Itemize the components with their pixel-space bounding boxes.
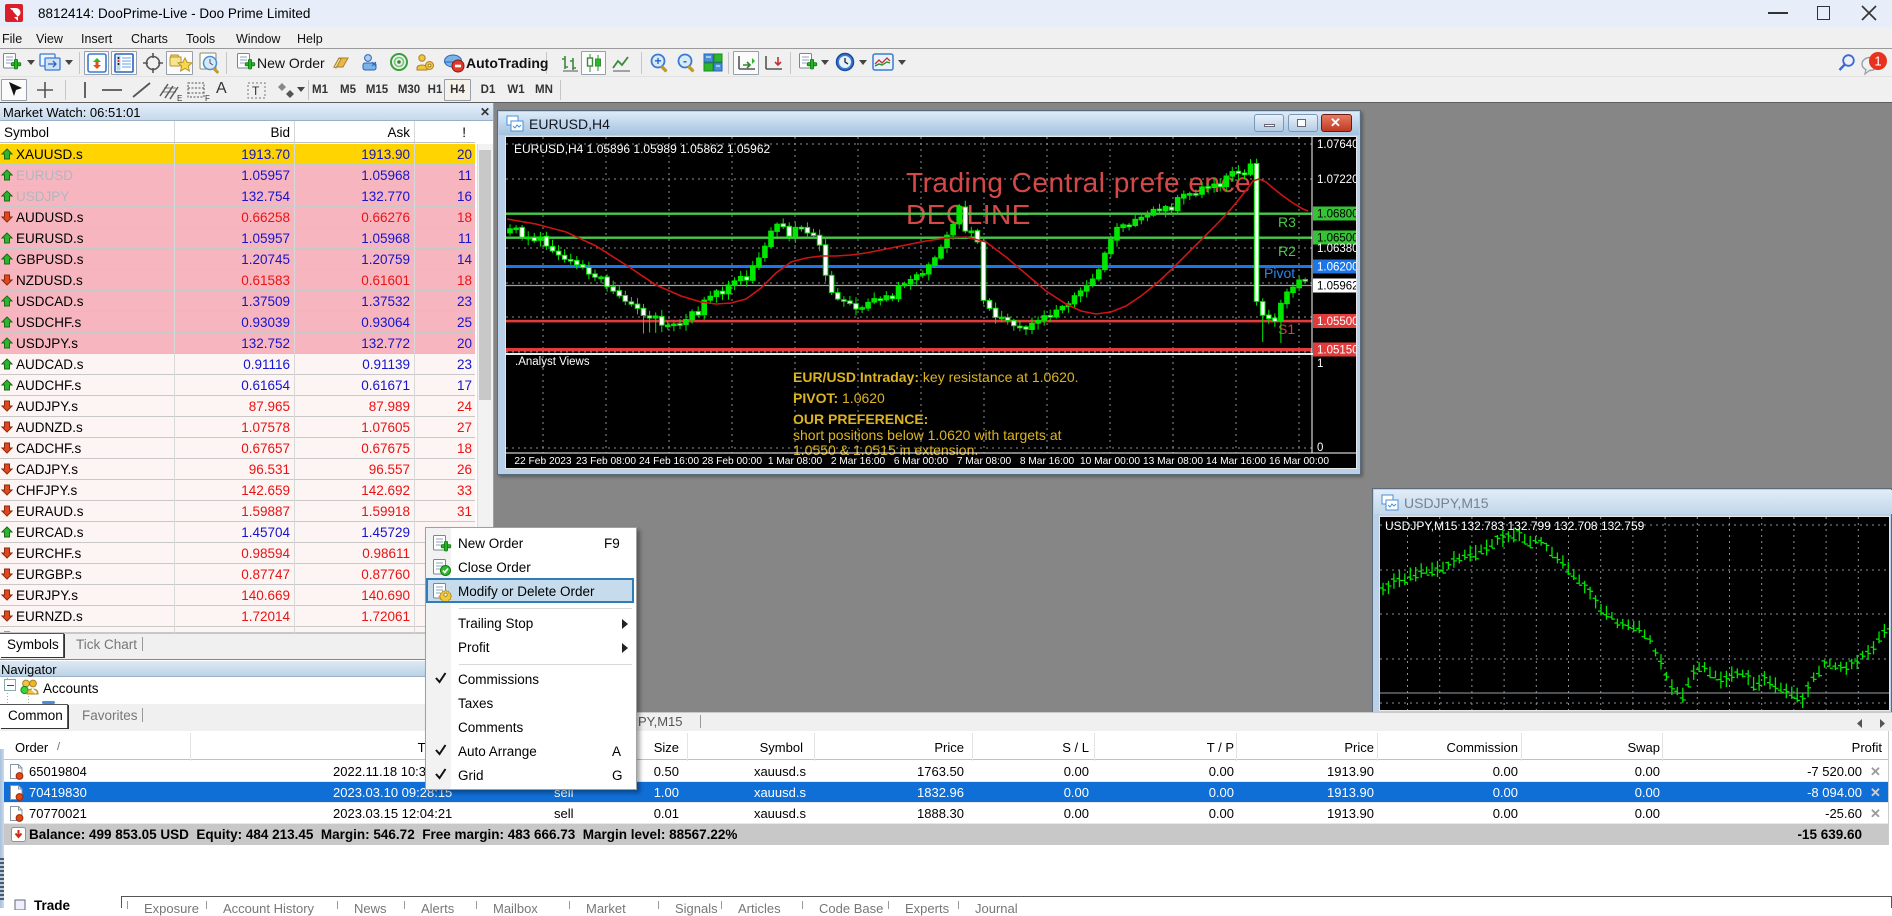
svg-text:7 Mar 08:00: 7 Mar 08:00 bbox=[957, 456, 1012, 467]
svg-text:22 Feb 2023: 22 Feb 2023 bbox=[514, 456, 572, 467]
svg-text:8 Mar 16:00: 8 Mar 16:00 bbox=[1020, 456, 1075, 467]
svg-text:1.05500: 1.05500 bbox=[1317, 316, 1356, 328]
svg-text:OUR PREFERENCE:: OUR PREFERENCE: bbox=[793, 411, 928, 427]
svg-text:1.06380: 1.06380 bbox=[1317, 243, 1356, 255]
svg-text:6 Mar 00:00: 6 Mar 00:00 bbox=[894, 456, 949, 467]
svg-text:+: + bbox=[654, 54, 661, 68]
svg-text:1.07640: 1.07640 bbox=[1317, 139, 1356, 151]
svg-text:28 Feb 00:00: 28 Feb 00:00 bbox=[702, 456, 762, 467]
svg-text:16 Mar 00:00: 16 Mar 00:00 bbox=[1269, 456, 1329, 467]
svg-text:-: - bbox=[683, 54, 687, 68]
svg-text:T: T bbox=[252, 84, 260, 98]
svg-text:R3: R3 bbox=[1278, 214, 1296, 230]
svg-text:1.05150: 1.05150 bbox=[1317, 345, 1356, 357]
svg-text:1: 1 bbox=[1317, 358, 1323, 370]
svg-text:13 Mar 08:00: 13 Mar 08:00 bbox=[1143, 456, 1203, 467]
svg-text:EURUSD,H4 1.05896 1.05989 1.0: EURUSD,H4 1.05896 1.05989 1.05862 1.0596… bbox=[514, 142, 771, 156]
svg-text:EUR/USD Intraday: key resista: EUR/USD Intraday: key resistance at 1.06… bbox=[793, 369, 1079, 385]
svg-text:.Analyst Views: .Analyst Views bbox=[515, 356, 590, 368]
svg-text:10 Mar 00:00: 10 Mar 00:00 bbox=[1080, 456, 1140, 467]
svg-text:R2: R2 bbox=[1278, 243, 1296, 259]
svg-text:2 Mar 16:00: 2 Mar 16:00 bbox=[831, 456, 886, 467]
svg-text:F: F bbox=[205, 94, 210, 102]
svg-text:USDJPY,M15 132.783 132.799 13: USDJPY,M15 132.783 132.799 132.708 132.7… bbox=[1385, 519, 1645, 533]
svg-text:0: 0 bbox=[1317, 442, 1323, 454]
svg-text:PIVOT: 1.0620: PIVOT: 1.0620 bbox=[793, 390, 885, 406]
svg-text:23 Feb 08:00: 23 Feb 08:00 bbox=[576, 456, 636, 467]
svg-text:24 Feb 16:00: 24 Feb 16:00 bbox=[639, 456, 699, 467]
svg-text:short positions below 1.0620 w: short positions below 1.0620 with target… bbox=[793, 427, 1062, 443]
svg-text:1.06200: 1.06200 bbox=[1317, 262, 1356, 274]
svg-text:1 Mar 08:00: 1 Mar 08:00 bbox=[768, 456, 823, 467]
svg-text:1.06800: 1.06800 bbox=[1317, 209, 1356, 221]
svg-text:1.05962: 1.05962 bbox=[1317, 281, 1356, 293]
svg-text:1.07220: 1.07220 bbox=[1317, 174, 1356, 186]
svg-text:1: 1 bbox=[1874, 54, 1881, 69]
svg-text:E: E bbox=[177, 94, 182, 102]
svg-text:14 Mar 16:00: 14 Mar 16:00 bbox=[1206, 456, 1266, 467]
svg-text:Pivot: Pivot bbox=[1264, 265, 1295, 281]
